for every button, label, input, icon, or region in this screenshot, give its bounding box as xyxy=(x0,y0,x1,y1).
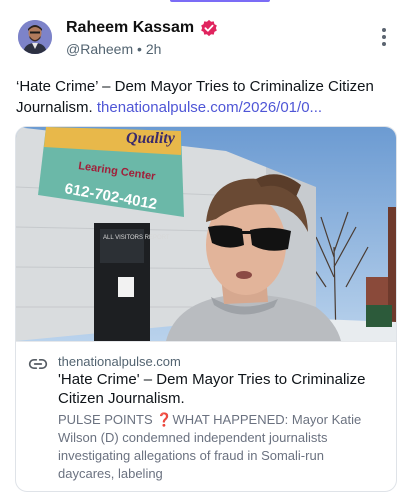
card-body: thenationalpulse.com 'Hate Crime' – Dem … xyxy=(16,341,396,491)
card-description: PULSE POINTS ❓WHAT HAPPENED: Mayor Katie… xyxy=(58,411,378,483)
desc-prefix: PULSE POINTS xyxy=(58,412,153,427)
post-link[interactable]: thenationalpulse.com/2026/01/0... xyxy=(97,99,322,116)
avatar[interactable] xyxy=(18,20,52,54)
card-title[interactable]: 'Hate Crime' – Dem Mayor Tries to Crimin… xyxy=(58,370,376,408)
question-icon: ❓ xyxy=(156,412,173,427)
card-domain[interactable]: thenationalpulse.com xyxy=(58,354,181,369)
link-icon xyxy=(28,359,48,369)
verified-badge-icon xyxy=(201,19,217,37)
more-vertical-icon[interactable] xyxy=(381,28,387,48)
sign-quality: Quality xyxy=(126,130,176,147)
top-accent-bar xyxy=(170,0,270,2)
handle-row: @Raheem • 2h xyxy=(66,41,161,57)
card-image: Quality Learing Center 612-702-4012 ALL … xyxy=(16,127,396,341)
separator-dot: • xyxy=(137,41,142,57)
post-header: Raheem Kassam @Raheem • 2h xyxy=(14,16,397,60)
door-sign: ALL VISITORS REPORT xyxy=(103,235,170,241)
author-handle[interactable]: @Raheem xyxy=(66,41,133,57)
link-preview-card[interactable]: Quality Learing Center 612-702-4012 ALL … xyxy=(15,126,397,492)
post-time: 2h xyxy=(145,41,162,57)
post-text: ‘Hate Crime’ – Dem Mayor Tries to Crimin… xyxy=(16,76,397,118)
author-name[interactable]: Raheem Kassam xyxy=(66,19,194,37)
